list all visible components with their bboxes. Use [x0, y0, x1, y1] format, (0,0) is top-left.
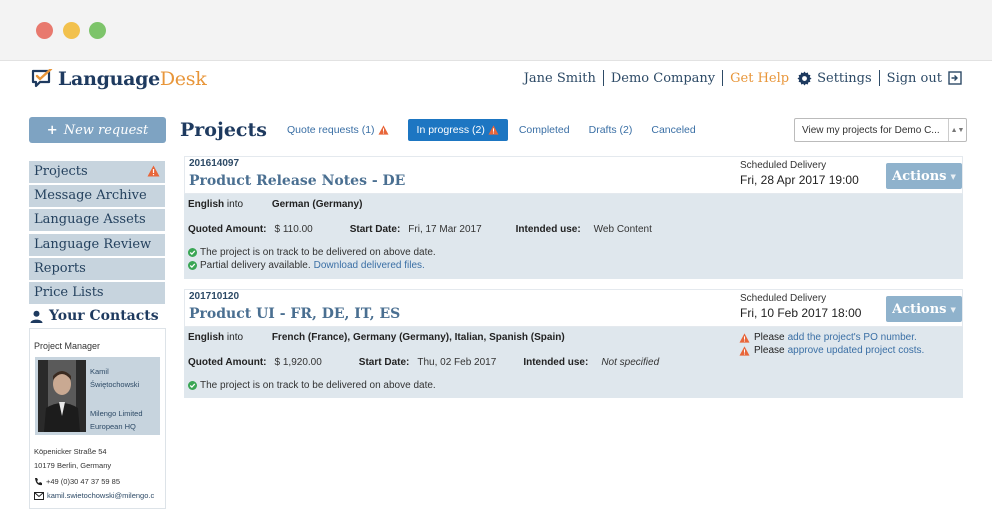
- contact-photo: [38, 360, 86, 432]
- check-circle-icon: [188, 261, 197, 270]
- scheduled-delivery-label: Scheduled Delivery: [740, 160, 827, 171]
- sidebar-item-label: Message Archive: [34, 188, 147, 204]
- warning-po-number: Please add the project's PO number.: [739, 332, 917, 343]
- add-po-number-link[interactable]: add the project's PO number.: [788, 332, 917, 343]
- contacts-heading: Your Contacts: [30, 308, 159, 324]
- contact-company: Milengo Limited European HQ: [90, 409, 143, 431]
- new-request-label: New request: [63, 122, 149, 138]
- divider: [602, 70, 604, 86]
- language-pair: English into German (Germany): [188, 199, 363, 210]
- warning-icon: [147, 165, 160, 177]
- project-tabs: Quote requests (1) In progress (2) Compl…: [287, 119, 715, 141]
- download-files-link[interactable]: Download delivered files.: [314, 260, 425, 271]
- sidebar-item-message-archive[interactable]: Message Archive: [29, 185, 165, 208]
- project-fields: Quoted Amount: $ 1,920.00 Start Date: Thu,…: [188, 357, 660, 368]
- contact-summary: Kamil Świętochowski Milengo Limited Euro…: [35, 357, 160, 435]
- scheduled-delivery-label: Scheduled Delivery: [740, 293, 827, 304]
- chat-check-icon: [31, 69, 53, 88]
- contacts-title-text: Your Contacts: [49, 308, 159, 324]
- select-value: View my projects for Demo C...: [802, 124, 940, 136]
- sidebar-item-label: Reports: [34, 260, 86, 276]
- view-projects-select[interactable]: View my projects for Demo C... ▲▼: [794, 118, 967, 142]
- warning-icon: [488, 125, 499, 135]
- sidebar-item-language-assets[interactable]: Language Assets: [29, 209, 165, 232]
- user-name-link[interactable]: Jane Smith: [524, 71, 596, 86]
- project-id[interactable]: 201614097: [189, 158, 239, 169]
- actions-button[interactable]: Actions ▼: [886, 163, 962, 189]
- contact-phone[interactable]: +49 (0)30 47 37 59 85: [34, 477, 120, 486]
- tab-quote-requests[interactable]: Quote requests (1): [287, 124, 389, 136]
- scheduled-delivery-date: Fri, 10 Feb 2017 18:00: [740, 306, 862, 320]
- plus-icon: +: [46, 122, 58, 138]
- tab-in-progress[interactable]: In progress (2): [407, 119, 508, 141]
- get-help-link[interactable]: Get Help: [730, 71, 789, 86]
- sidebar-item-language-review[interactable]: Language Review: [29, 233, 165, 256]
- divider: [878, 70, 880, 86]
- approve-costs-link[interactable]: approve updated project costs.: [788, 345, 925, 356]
- status-partial-delivery: Partial delivery available. Download del…: [188, 260, 425, 271]
- contact-role: Project Manager: [34, 341, 101, 351]
- tab-completed[interactable]: Completed: [519, 124, 570, 136]
- tab-canceled[interactable]: Canceled: [651, 124, 695, 136]
- language-pair: English into French (France), Germany (G…: [188, 332, 565, 343]
- sidebar-item-projects[interactable]: Projects: [29, 161, 165, 183]
- project-card: 201710120 Product UI - FR, DE, IT, ES Sc…: [184, 289, 963, 398]
- check-circle-icon: [188, 248, 197, 257]
- warning-icon: [378, 125, 389, 135]
- project-header: 201614097 Product Release Notes - DE Sch…: [184, 156, 963, 194]
- minimize-window-button[interactable]: [63, 22, 80, 39]
- contact-name: Kamil Świętochowski: [90, 367, 140, 389]
- warning-icon: [739, 345, 750, 356]
- person-icon: [30, 310, 43, 323]
- sign-out-link[interactable]: Sign out: [887, 71, 942, 86]
- sidebar-item-label: Language Review: [34, 236, 152, 252]
- divider: [722, 70, 724, 86]
- sidebar-item-label: Language Assets: [34, 212, 146, 228]
- envelope-icon: [34, 491, 44, 500]
- tab-drafts[interactable]: Drafts (2): [589, 124, 633, 136]
- brand-logo[interactable]: LanguageDesk: [31, 67, 207, 91]
- new-request-button[interactable]: + New request: [29, 117, 166, 143]
- sidebar-item-label: Price Lists: [34, 284, 104, 300]
- check-circle-icon: [188, 381, 197, 390]
- scheduled-delivery-date: Fri, 28 Apr 2017 19:00: [740, 173, 859, 187]
- settings-link[interactable]: Settings: [817, 71, 872, 86]
- status-on-track: The project is on track to be delivered …: [188, 380, 436, 391]
- page-title: Projects: [180, 119, 267, 141]
- app-window: LanguageDesk Jane Smith Demo Company Get…: [0, 0, 992, 509]
- project-fields: Quoted Amount: $ 110.00 Start Date: Fri, 1…: [188, 224, 652, 235]
- sidebar-item-reports[interactable]: Reports: [29, 257, 165, 280]
- warning-approve-costs: Please approve updated project costs.: [739, 345, 924, 356]
- window-titlebar: [0, 0, 992, 61]
- maximize-window-button[interactable]: [89, 22, 106, 39]
- close-window-button[interactable]: [36, 22, 53, 39]
- caret-down-icon: ▼: [950, 304, 956, 314]
- brand-name: LanguageDesk: [58, 68, 207, 90]
- project-id[interactable]: 201710120: [189, 291, 239, 302]
- project-name[interactable]: Product Release Notes - DE: [189, 173, 405, 189]
- sign-out-icon[interactable]: [948, 71, 962, 85]
- actions-button[interactable]: Actions ▼: [886, 296, 962, 322]
- gear-icon: [797, 70, 812, 86]
- phone-icon: [35, 478, 42, 486]
- project-card: 201614097 Product Release Notes - DE Sch…: [184, 156, 963, 279]
- sidebar-item-label: Projects: [34, 164, 88, 179]
- sidebar-nav: Projects Message Archive Language Assets…: [29, 161, 165, 306]
- status-on-track: The project is on track to be delivered …: [188, 247, 436, 258]
- company-link[interactable]: Demo Company: [611, 71, 715, 86]
- project-header: 201710120 Product UI - FR, DE, IT, ES Sc…: [184, 289, 963, 327]
- caret-down-icon: ▼: [950, 171, 956, 181]
- chevron-updown-icon: ▲▼: [948, 119, 966, 141]
- contact-card: Project Manager Kamil Świętochowski Mile…: [29, 328, 166, 509]
- warning-icon: [739, 332, 750, 343]
- contact-email[interactable]: kamil.swietochowski@milengo.c: [34, 491, 164, 500]
- contact-address: Köpenicker Straße 54 10179 Berlin, Germa…: [34, 447, 112, 470]
- top-navigation: Jane Smith Demo Company Get Help Setting…: [524, 70, 962, 86]
- project-name[interactable]: Product UI - FR, DE, IT, ES: [189, 306, 400, 322]
- sidebar-item-price-lists[interactable]: Price Lists: [29, 281, 165, 304]
